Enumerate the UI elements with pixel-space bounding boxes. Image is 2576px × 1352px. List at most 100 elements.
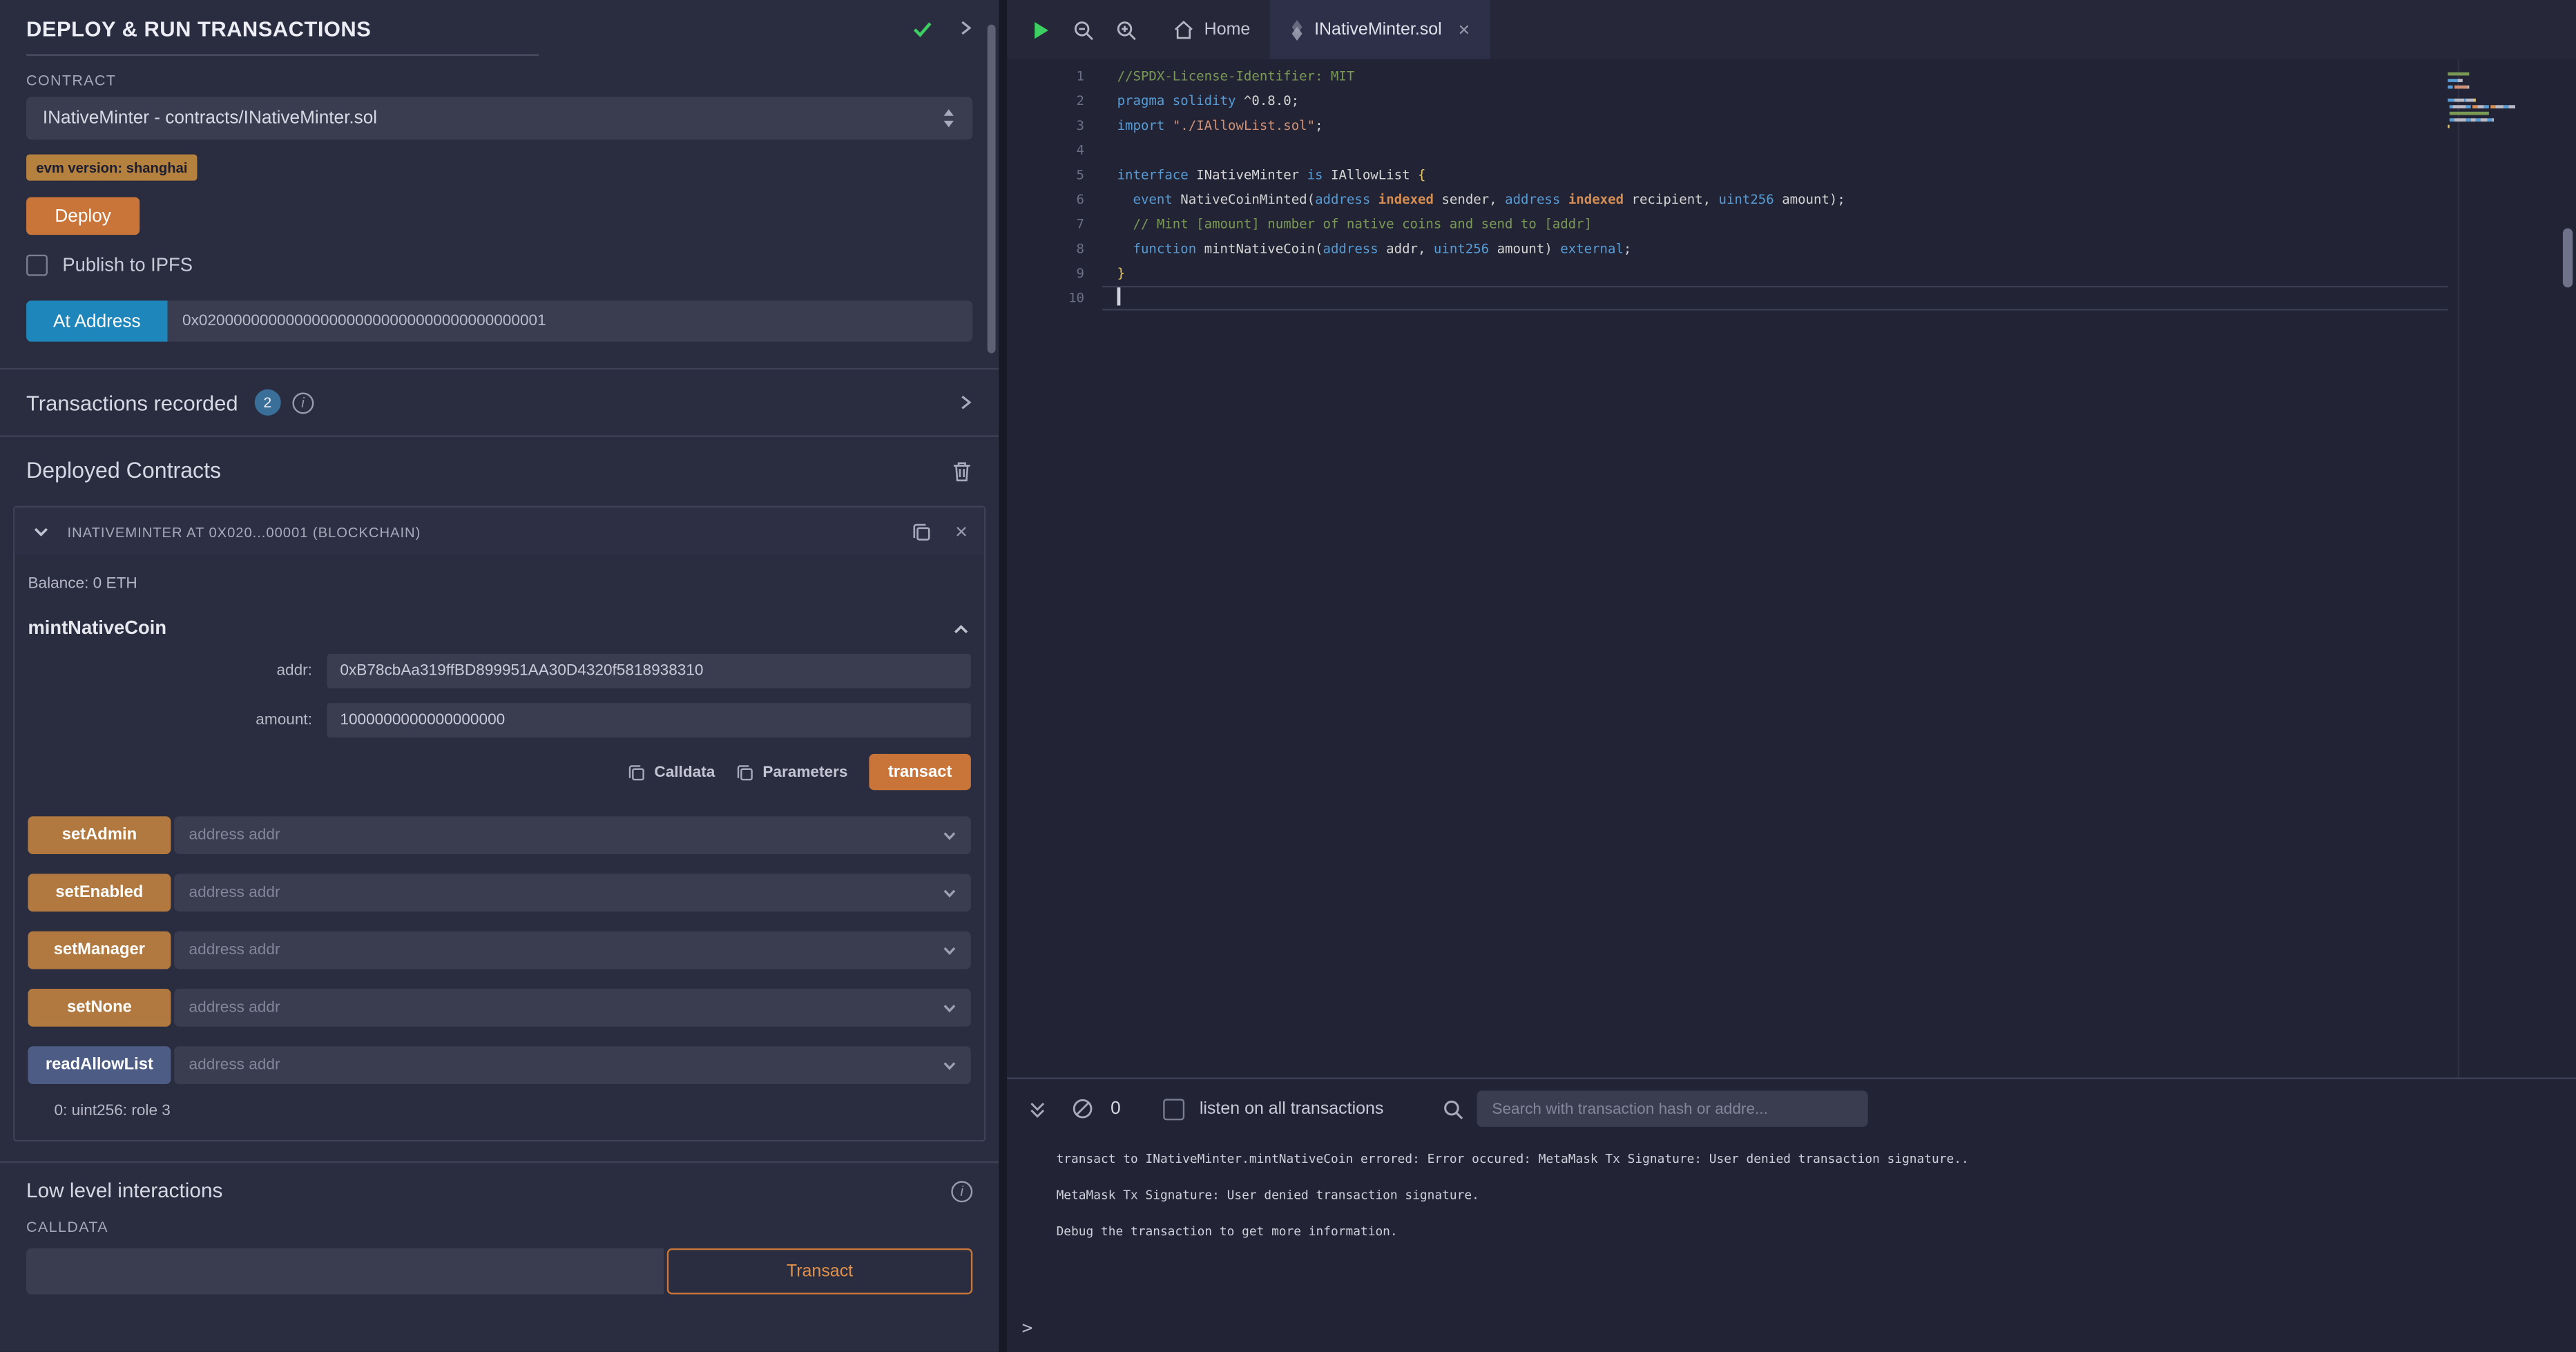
tab-active-file[interactable]: INativeMinter.sol × [1270, 0, 1490, 59]
run-script-icon[interactable] [1030, 19, 1052, 40]
code-editor[interactable]: 12345678910 //SPDX-License-Identifier: M… [1007, 59, 2576, 1078]
line-number: 4 [1007, 138, 1084, 163]
function-row: setAdmin [28, 816, 970, 854]
code-line[interactable]: //SPDX-License-Identifier: MIT [1117, 64, 2448, 89]
copy-parameters-label: Parameters [762, 763, 847, 781]
contract-select[interactable]: INativeMinter - contracts/INativeMinter.… [26, 97, 972, 139]
editor-edge-divider [2458, 59, 2459, 1078]
low-level-transact-button[interactable]: Transact [667, 1248, 972, 1295]
line-number: 6 [1007, 187, 1084, 212]
chevron-down-icon[interactable] [941, 827, 971, 844]
panel-collapse-chevron-icon[interactable] [958, 18, 972, 38]
chevron-down-icon[interactable] [941, 1057, 971, 1074]
close-instance-icon[interactable]: × [955, 521, 968, 542]
function-setEnabled-input[interactable] [174, 884, 941, 902]
function-row: setManager [28, 931, 970, 969]
function-setManager-input[interactable] [174, 941, 941, 959]
clear-console-icon[interactable] [1071, 1097, 1094, 1120]
close-tab-icon[interactable]: × [1459, 20, 1470, 40]
code-lines[interactable]: //SPDX-License-Identifier: MITpragma sol… [1117, 64, 2448, 311]
copy-address-icon[interactable] [912, 521, 932, 541]
transact-button[interactable]: transact [869, 754, 970, 790]
code-line[interactable] [1117, 138, 2448, 163]
terminal-log-line: Debug the transaction to get more inform… [1057, 1224, 2560, 1238]
terminal-prompt[interactable]: > [1022, 1317, 1033, 1339]
line-number: 10 [1007, 286, 1084, 311]
copy-calldata-label: Calldata [654, 763, 715, 781]
code-line[interactable]: pragma solidity ^0.8.0; [1117, 88, 2448, 113]
code-line[interactable]: interface INativeMinter is IAllowList { [1117, 163, 2448, 188]
listen-all-transactions-label: listen on all transactions [1200, 1099, 1384, 1119]
function-row: setNone [28, 989, 970, 1027]
home-icon [1173, 20, 1194, 40]
at-address-button[interactable]: At Address [26, 300, 168, 341]
remix-app: DEPLOY & RUN TRANSACTIONS CONTRACT INati… [0, 0, 2576, 1352]
tab-home[interactable]: Home [1153, 0, 1270, 59]
instance-body: Balance: 0 ETH mintNativeCoin addr: amoun… [15, 555, 983, 1140]
chevron-down-icon[interactable] [941, 999, 971, 1016]
editor-cursor [1117, 287, 1120, 305]
deploy-run-panel: DEPLOY & RUN TRANSACTIONS CONTRACT INati… [0, 0, 999, 1352]
copy-icon [736, 763, 754, 781]
caret-down-icon[interactable] [31, 521, 51, 541]
search-icon [1443, 1098, 1464, 1119]
calldata-input[interactable] [26, 1248, 664, 1295]
open-function-name: mintNativeCoin [28, 619, 166, 639]
panel-header: DEPLOY & RUN TRANSACTIONS [0, 0, 999, 56]
deployed-contract-instance: INATIVEMINTER AT 0X020...00001 (BLOCKCHA… [13, 506, 986, 1142]
function-field-row: amount: [28, 703, 970, 737]
tab-home-label: Home [1204, 20, 1251, 40]
call-output: 0: uint256: role 3 [55, 1102, 971, 1120]
function-setAdmin-button[interactable]: setAdmin [28, 816, 171, 854]
code-line[interactable] [1117, 286, 2448, 311]
publish-ipfs-checkbox[interactable] [26, 255, 48, 276]
function-readAllowList-input[interactable] [174, 1056, 941, 1074]
trash-icon[interactable] [951, 459, 972, 482]
function-field-row: addr: [28, 654, 970, 688]
function-row: setEnabled [28, 874, 970, 912]
field-input[interactable] [327, 703, 970, 737]
terminal-log-line: MetaMask Tx Signature: User denied trans… [1057, 1188, 2560, 1202]
panel-scrollbar[interactable] [988, 25, 996, 354]
function-readAllowList-button[interactable]: readAllowList [28, 1046, 171, 1084]
code-line[interactable]: event NativeCoinMinted(address indexed s… [1117, 187, 2448, 212]
function-setAdmin-input[interactable] [174, 827, 941, 844]
editor-tabbar: Home INativeMinter.sol × [1007, 0, 2576, 59]
code-line[interactable]: import "./IAllowList.sol"; [1117, 113, 2448, 138]
panel-divider[interactable] [999, 0, 1007, 1352]
terminal-search-input[interactable] [1477, 1091, 1868, 1127]
at-address-input[interactable] [168, 300, 973, 341]
deployed-contracts-title: Deployed Contracts [26, 458, 221, 483]
editor-scrollbar[interactable] [2563, 229, 2573, 288]
function-setEnabled-button[interactable]: setEnabled [28, 874, 171, 912]
chevron-down-icon[interactable] [941, 942, 971, 958]
line-number: 8 [1007, 237, 1084, 262]
deploy-button[interactable]: Deploy [26, 197, 140, 235]
function-setNone-button[interactable]: setNone [28, 989, 171, 1027]
code-line[interactable]: } [1117, 261, 2448, 286]
line-number: 3 [1007, 113, 1084, 138]
chevron-right-icon[interactable] [958, 393, 972, 413]
collapse-terminal-icon[interactable] [1027, 1098, 1048, 1119]
minimap[interactable] [2448, 64, 2513, 130]
chevron-down-icon[interactable] [941, 885, 971, 901]
copy-calldata-button[interactable]: Calldata [628, 763, 715, 781]
terminal-logs: transact to INativeMinter.mintNativeCoin… [1007, 1139, 2576, 1239]
listen-all-transactions-checkbox[interactable] [1163, 1098, 1184, 1119]
function-setNone-input[interactable] [174, 998, 941, 1016]
copy-parameters-button[interactable]: Parameters [736, 763, 847, 781]
evm-version-badge: evm version: shanghai [26, 155, 198, 181]
balance-label: Balance: 0 ETH [28, 575, 970, 593]
code-line[interactable]: // Mint [amount] number of native coins … [1117, 212, 2448, 237]
main-area: Home INativeMinter.sol × 12345678910 //S… [1007, 0, 2576, 1352]
instance-header[interactable]: INATIVEMINTER AT 0X020...00001 (BLOCKCHA… [15, 508, 983, 555]
line-number: 1 [1007, 64, 1084, 89]
caret-up-icon[interactable] [951, 619, 971, 639]
zoom-in-icon[interactable] [1115, 19, 1137, 40]
field-input[interactable] [327, 654, 970, 688]
transactions-recorded-row[interactable]: Transactions recorded 2 i [0, 368, 999, 436]
zoom-out-icon[interactable] [1073, 19, 1094, 40]
panel-title: DEPLOY & RUN TRANSACTIONS [26, 16, 371, 41]
code-line[interactable]: function mintNativeCoin(address addr, ui… [1117, 237, 2448, 262]
function-setManager-button[interactable]: setManager [28, 931, 171, 969]
